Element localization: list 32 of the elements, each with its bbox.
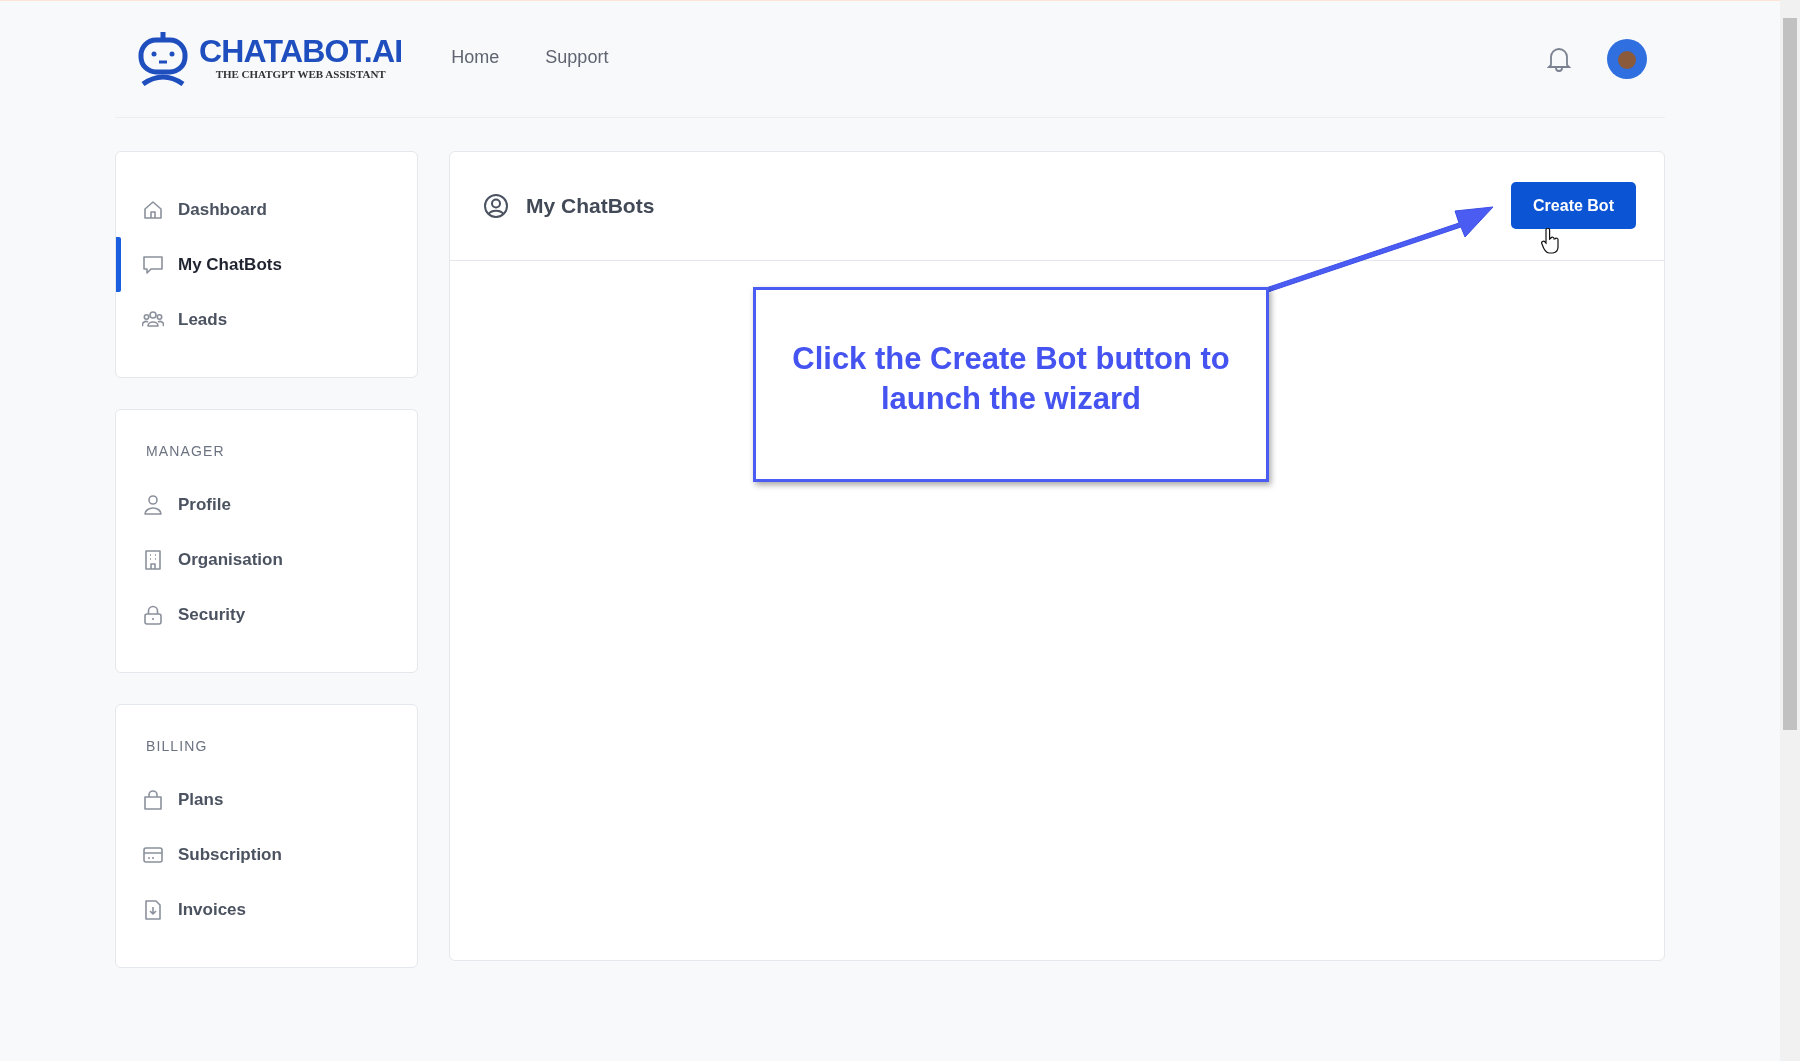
sidebar-item[interactable]: Security bbox=[116, 587, 417, 642]
building-icon bbox=[142, 548, 164, 571]
lock-icon bbox=[142, 603, 164, 626]
section-heading: BILLING bbox=[146, 738, 209, 754]
sidebar-item[interactable]: Plans bbox=[116, 772, 417, 827]
sidebar-item[interactable]: My ChatBots bbox=[116, 237, 417, 292]
logo-wordmark: CHATABOT.AI bbox=[199, 34, 403, 68]
notification-bell-icon[interactable] bbox=[1547, 45, 1571, 72]
nav-link[interactable]: Support bbox=[545, 43, 609, 71]
sidebar-item[interactable]: Invoices bbox=[116, 882, 417, 937]
sidebar-item[interactable]: Leads bbox=[116, 292, 417, 347]
shopping-bag-icon bbox=[142, 788, 164, 811]
chat-bubble-icon bbox=[142, 253, 164, 276]
sidebar-item[interactable]: Organisation bbox=[116, 532, 417, 587]
create-bot-button[interactable]: Create Bot bbox=[1511, 182, 1636, 229]
callout-text: Click the Create Bot button to launch the wizard bbox=[791, 339, 1231, 418]
document-download-icon bbox=[142, 898, 164, 921]
home-icon bbox=[142, 198, 164, 221]
user-circle-icon bbox=[483, 193, 509, 219]
section-heading: MANAGER bbox=[146, 443, 226, 459]
page-title: My ChatBots bbox=[526, 193, 655, 220]
scrollbar[interactable] bbox=[1780, 0, 1800, 1061]
logo-tagline: THE CHATGPT WEB ASSISTANT bbox=[215, 68, 386, 81]
robot-logo-icon bbox=[137, 29, 191, 86]
sidebar-item[interactable]: Subscription bbox=[116, 827, 417, 882]
sidebar-item[interactable]: Profile bbox=[116, 477, 417, 532]
user-avatar[interactable] bbox=[1607, 38, 1647, 79]
logo[interactable]: CHATABOT.AI THE CHATGPT WEB ASSISTANT bbox=[137, 29, 403, 86]
nav-link[interactable]: Home bbox=[451, 43, 500, 71]
hand-cursor-icon bbox=[1540, 228, 1560, 254]
person-icon bbox=[142, 493, 164, 516]
sidebar-item[interactable]: Dashboard bbox=[116, 182, 417, 237]
